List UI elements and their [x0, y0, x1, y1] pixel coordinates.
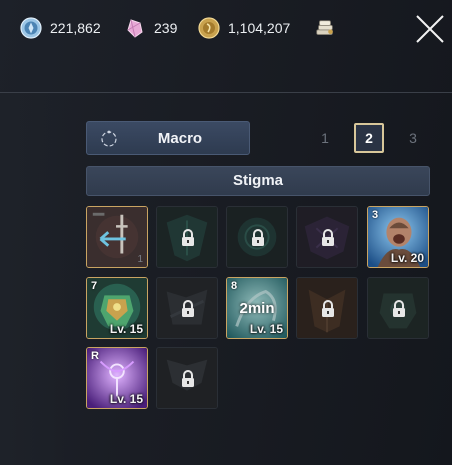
stigma-slot-10[interactable]	[367, 277, 429, 339]
slot-6-level: Lv. 15	[109, 322, 143, 336]
lock-icon	[252, 229, 264, 246]
slot-1-count: 1	[137, 254, 143, 265]
gold-coin-value: 1,104,207	[228, 20, 291, 36]
stigma-slot-6[interactable]: 7 Lv. 15	[86, 277, 148, 339]
lock-icon	[182, 370, 194, 387]
stigma-slot-3[interactable]	[226, 206, 288, 268]
currency-blue-gem: 221,862	[20, 14, 101, 42]
left-shade	[0, 93, 70, 465]
stigma-slot-11[interactable]: R Lv. 15	[86, 347, 148, 409]
lock-icon	[322, 300, 334, 317]
page-3-button[interactable]: 3	[398, 123, 428, 153]
slot-8-index: 8	[231, 280, 238, 292]
scroll-stack-icon[interactable]	[314, 18, 336, 40]
stigma-slot-1[interactable]: 1	[86, 206, 148, 268]
slot-11-level: Lv. 15	[109, 392, 143, 406]
slot-5-index: 3	[372, 209, 379, 221]
slot-8-cooldown: 2min	[239, 300, 275, 317]
lock-icon	[393, 300, 405, 317]
stigma-slot-8[interactable]: 8 2min Lv. 15	[226, 277, 288, 339]
stigma-section-header: Stigma	[86, 166, 430, 196]
stigma-slot-2[interactable]	[156, 206, 218, 268]
macro-label: Macro	[157, 130, 203, 147]
lock-icon	[182, 229, 194, 246]
stigma-slot-4[interactable]	[296, 206, 358, 268]
currency-bar: 221,862 239 1,104,207	[0, 0, 452, 56]
lock-icon	[322, 229, 334, 246]
slot-8-level: Lv. 15	[249, 322, 283, 336]
slot-6-index: 7	[91, 280, 98, 292]
currency-gold-coin: 1,104,207	[198, 14, 290, 42]
stigma-slot-12[interactable]	[156, 347, 218, 409]
lock-icon	[182, 300, 194, 317]
pink-crystal-icon	[127, 19, 143, 38]
macro-button[interactable]: Macro	[86, 121, 250, 155]
stigma-slot-9[interactable]	[296, 277, 358, 339]
blue-gem-icon	[20, 17, 42, 39]
stigma-slot-7[interactable]	[156, 277, 218, 339]
gold-coin-icon	[198, 17, 220, 39]
currency-scroll[interactable]	[314, 15, 336, 43]
pink-crystal-value: 239	[154, 20, 178, 36]
stigma-slot-5[interactable]: 3 Lv. 20	[367, 206, 429, 268]
slot-11-index: R	[91, 350, 99, 362]
currency-pink-crystal: 239	[124, 14, 177, 42]
blue-gem-value: 221,862	[50, 20, 101, 36]
page-1-button[interactable]: 1	[310, 123, 340, 153]
page-2-button[interactable]: 2	[354, 123, 384, 153]
slot-5-level: Lv. 20	[390, 251, 424, 265]
close-icon[interactable]	[413, 12, 447, 46]
